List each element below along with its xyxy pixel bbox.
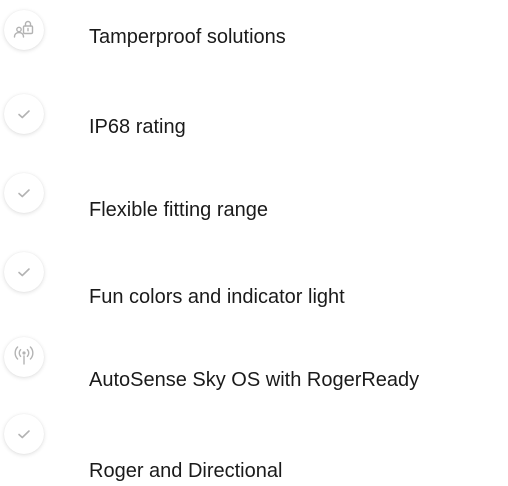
checkmark-icon — [4, 173, 44, 213]
feature-item-autosense: AutoSense Sky OS with RogerReady — [0, 337, 508, 397]
feature-label: Roger and Directional — [89, 460, 283, 482]
feature-label: IP68 rating — [89, 116, 186, 138]
feature-item-roger-directional: Roger and Directional — [0, 414, 508, 482]
feature-label: Flexible fitting range — [89, 199, 268, 221]
checkmark-icon — [4, 252, 44, 292]
feature-item-flexible-fitting: Flexible fitting range — [0, 173, 508, 233]
feature-list: Tamperproof solutions IP68 rating Flexib… — [0, 0, 508, 486]
feature-item-ip68: IP68 rating — [0, 94, 508, 154]
checkmark-icon — [4, 94, 44, 134]
feature-item-tamperproof: Tamperproof solutions — [0, 10, 508, 70]
wireless-broadcast-icon — [4, 337, 44, 377]
feature-label: AutoSense Sky OS with RogerReady — [89, 369, 420, 391]
feature-label: Tamperproof solutions — [89, 26, 286, 48]
feature-item-fun-colors: Fun colors and indicator light — [0, 252, 508, 312]
checkmark-icon — [4, 414, 44, 454]
feature-label: Fun colors and indicator light — [89, 286, 345, 308]
child-lock-icon — [4, 10, 44, 50]
